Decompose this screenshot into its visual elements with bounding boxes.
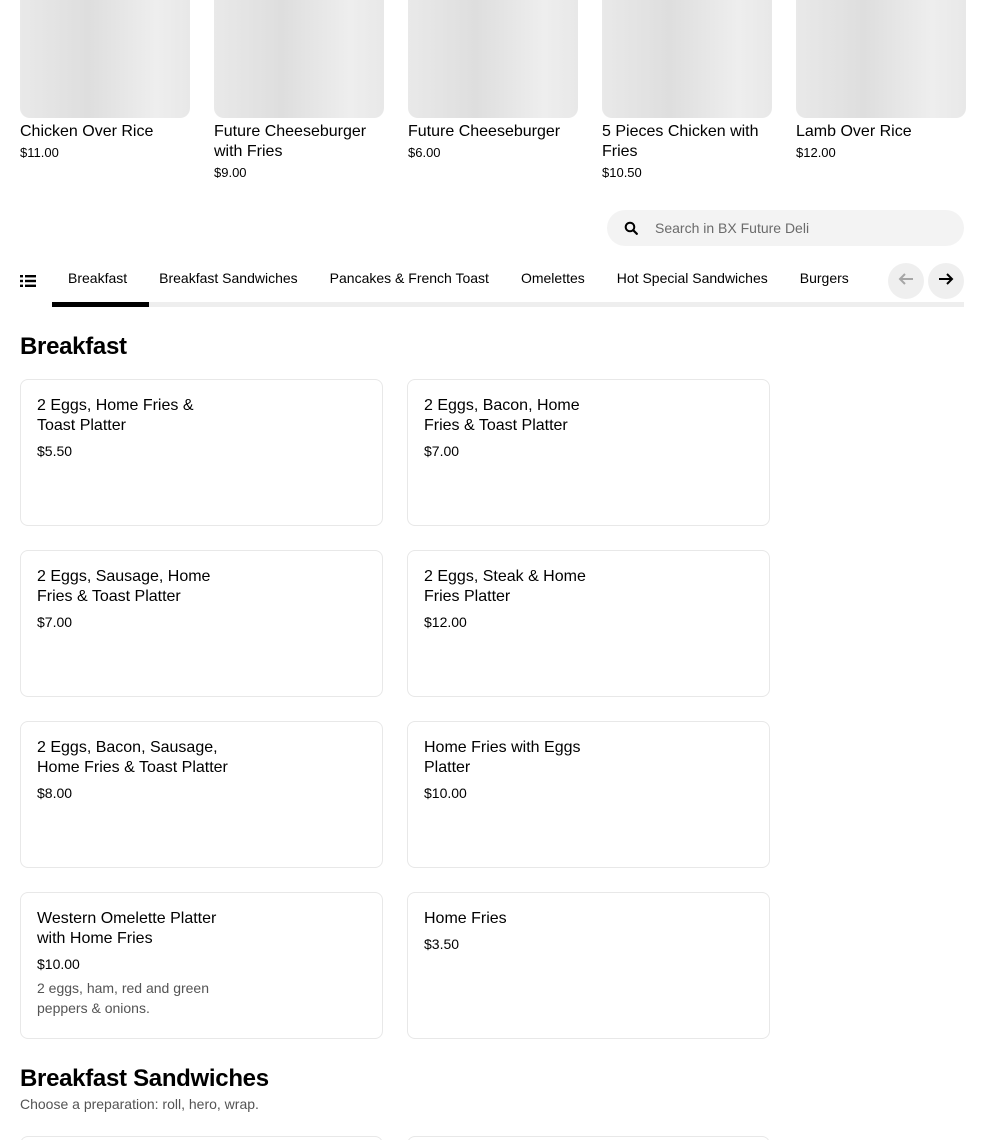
featured-item-price: $11.00 bbox=[20, 145, 59, 160]
tab-omelettes[interactable]: Omelettes bbox=[505, 258, 601, 302]
featured-items: Chicken Over Rice $11.00 Future Cheesebu… bbox=[20, 0, 966, 183]
menu-item-name: Home Fries bbox=[424, 910, 507, 927]
featured-item-image[interactable] bbox=[20, 0, 190, 118]
menu-item-card[interactable]: 2 Eggs, Sausage, Home Fries & Toast Plat… bbox=[20, 550, 383, 697]
menu-item-card[interactable] bbox=[407, 1136, 770, 1140]
featured-item-price: $10.50 bbox=[602, 165, 642, 180]
featured-item-name: 5 Pieces Chicken with Fries bbox=[602, 123, 759, 160]
menu-item-price: $10.00 bbox=[37, 956, 80, 972]
featured-item[interactable]: Lamb Over Rice $12.00 bbox=[796, 0, 966, 183]
menu-item-name: 2 Eggs, Bacon, Sausage, Home Fries & Toa… bbox=[37, 739, 228, 776]
featured-item[interactable]: 5 Pieces Chicken with Fries $10.50 bbox=[602, 0, 772, 183]
list-icon[interactable] bbox=[20, 272, 38, 290]
menu-item-price: $12.00 bbox=[424, 614, 467, 630]
menu-item-card[interactable]: Home Fries with Eggs Platter $10.00 bbox=[407, 721, 770, 868]
search-icon bbox=[607, 221, 655, 235]
menu-item-card[interactable]: Western Omelette Platter with Home Fries… bbox=[20, 892, 383, 1039]
menu-item-card[interactable]: 2 Eggs, Home Fries & Toast Platter $5.50 bbox=[20, 379, 383, 526]
menu-grid-breakfast-sandwiches bbox=[20, 1136, 770, 1140]
menu-item-price: $8.00 bbox=[37, 785, 73, 801]
menu-item-price: $5.50 bbox=[37, 443, 73, 459]
active-tab-indicator bbox=[52, 302, 149, 307]
menu-item-name: 2 Eggs, Bacon, Home Fries & Toast Platte… bbox=[424, 397, 580, 434]
featured-item-name: Lamb Over Rice bbox=[796, 123, 912, 140]
featured-item[interactable]: Chicken Over Rice $11.00 bbox=[20, 0, 190, 183]
featured-item-image[interactable] bbox=[602, 0, 772, 118]
section-subtitle: Choose a preparation: roll, hero, wrap. bbox=[20, 1096, 259, 1112]
arrow-right-icon bbox=[938, 272, 954, 291]
featured-item-image[interactable] bbox=[796, 0, 966, 118]
search-input[interactable] bbox=[655, 220, 945, 236]
arrow-left-icon bbox=[898, 272, 914, 291]
tab-hot-special-sandwiches[interactable]: Hot Special Sandwiches bbox=[601, 258, 784, 302]
menu-item-card[interactable]: 2 Eggs, Bacon, Sausage, Home Fries & Toa… bbox=[20, 721, 383, 868]
menu-item-card[interactable]: 2 Eggs, Bacon, Home Fries & Toast Platte… bbox=[407, 379, 770, 526]
store-search[interactable] bbox=[607, 210, 964, 246]
featured-item[interactable]: Future Cheeseburger $6.00 bbox=[408, 0, 578, 183]
menu-item-name: Home Fries with Eggs Platter bbox=[424, 739, 581, 776]
featured-item-name: Future Cheeseburger bbox=[408, 123, 561, 140]
menu-grid-breakfast: 2 Eggs, Home Fries & Toast Platter $5.50… bbox=[20, 379, 770, 1039]
section-title-breakfast-sandwiches: Breakfast Sandwiches bbox=[20, 1065, 269, 1092]
tab-breakfast[interactable]: Breakfast bbox=[52, 258, 143, 302]
menu-item-card[interactable]: Home Fries $3.50 bbox=[407, 892, 770, 1039]
menu-item-price: $10.00 bbox=[424, 785, 467, 801]
category-tabs: Breakfast Breakfast Sandwiches Pancakes … bbox=[52, 258, 964, 302]
tabs-scroll-track bbox=[52, 302, 964, 307]
tab-pancakes-french-toast[interactable]: Pancakes & French Toast bbox=[314, 258, 505, 302]
featured-item-image[interactable] bbox=[214, 0, 384, 118]
menu-item-description: 2 eggs, ham, red and green peppers & oni… bbox=[37, 980, 210, 1016]
category-nav: Breakfast Breakfast Sandwiches Pancakes … bbox=[20, 258, 964, 308]
section-title-breakfast: Breakfast bbox=[20, 333, 127, 360]
tabs-fade bbox=[848, 258, 888, 302]
menu-item-name: Western Omelette Platter with Home Fries bbox=[37, 910, 217, 947]
scroll-left-button[interactable] bbox=[888, 263, 924, 299]
featured-item-price: $9.00 bbox=[214, 165, 247, 180]
menu-item-name: 2 Eggs, Sausage, Home Fries & Toast Plat… bbox=[37, 568, 211, 605]
menu-item-name: 2 Eggs, Home Fries & Toast Platter bbox=[37, 397, 194, 434]
featured-item-name: Chicken Over Rice bbox=[20, 123, 154, 140]
tab-breakfast-sandwiches[interactable]: Breakfast Sandwiches bbox=[143, 258, 314, 302]
featured-item-price: $12.00 bbox=[796, 145, 836, 160]
featured-item-image[interactable] bbox=[408, 0, 578, 118]
menu-item-card[interactable]: 2 Eggs, Steak & Home Fries Platter $12.0… bbox=[407, 550, 770, 697]
menu-item-card[interactable] bbox=[20, 1136, 383, 1140]
featured-item-name: Future Cheeseburger with Fries bbox=[214, 123, 367, 160]
featured-item[interactable]: Future Cheeseburger with Fries $9.00 bbox=[214, 0, 384, 183]
menu-item-name: 2 Eggs, Steak & Home Fries Platter bbox=[424, 568, 586, 605]
menu-item-price: $7.00 bbox=[424, 443, 460, 459]
tabs-viewport: Breakfast Breakfast Sandwiches Pancakes … bbox=[52, 258, 964, 302]
menu-item-price: $7.00 bbox=[37, 614, 73, 630]
scroll-right-button[interactable] bbox=[928, 263, 964, 299]
menu-item-price: $3.50 bbox=[424, 936, 460, 952]
featured-item-price: $6.00 bbox=[408, 145, 441, 160]
